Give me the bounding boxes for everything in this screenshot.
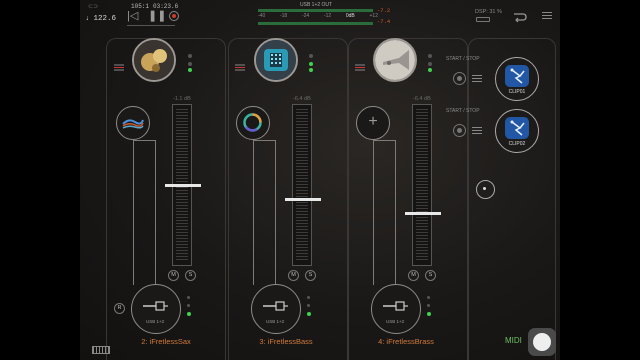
dsp-label: DSP: 31 % xyxy=(475,9,502,15)
led-active xyxy=(307,312,311,316)
mute-button[interactable]: M xyxy=(168,270,179,281)
clip-button[interactable]: CLIP01 xyxy=(495,57,539,101)
led-active xyxy=(309,68,313,72)
effect-slot[interactable] xyxy=(236,106,270,140)
mute-button[interactable]: M xyxy=(408,270,419,281)
star-icon xyxy=(505,65,529,87)
output-routing-button[interactable]: USB 1+2 xyxy=(251,284,301,334)
link-icon[interactable]: ⊂⊃ xyxy=(88,3,98,10)
volume-fader[interactable] xyxy=(405,104,441,266)
led-active xyxy=(187,312,191,316)
channel-settings-icon[interactable] xyxy=(355,58,365,71)
position-readout: 105:1 xyxy=(131,3,150,10)
led-active xyxy=(309,62,313,66)
fader-handle[interactable] xyxy=(285,198,321,201)
record-icon xyxy=(172,14,176,18)
plus-icon: + xyxy=(368,113,378,130)
mute-button[interactable]: M xyxy=(288,270,299,281)
output-label: USB 1+2 OUT xyxy=(300,2,333,8)
channel-name: 2: iFretlessSax xyxy=(141,337,191,346)
led-active xyxy=(188,68,192,72)
top-bar: ⊂⊃ ♩122.6 105:1 03:23.6 |◁ ❚❚ USB 1+2 OU… xyxy=(80,0,560,32)
rewind-icon[interactable]: |◁ xyxy=(127,11,138,22)
trumpet-icon xyxy=(375,40,415,80)
bass-app-icon xyxy=(256,40,296,80)
output-meter-left xyxy=(258,9,373,12)
clip-menu-icon[interactable] xyxy=(472,75,482,82)
start-stop-label: START / STOP xyxy=(446,56,480,62)
fader-handle[interactable] xyxy=(405,212,441,215)
add-effect-button[interactable]: + xyxy=(356,106,390,140)
fader-handle[interactable] xyxy=(165,184,201,187)
solo-button[interactable]: S xyxy=(305,270,316,281)
output-meter-right xyxy=(258,22,373,25)
star-icon xyxy=(505,117,529,139)
time-readout: 03:23.6 xyxy=(153,3,179,10)
channel-name: 4: iFretlessBrass xyxy=(378,337,434,346)
output-routing-button[interactable]: USB 1+2 xyxy=(371,284,421,334)
solo-button[interactable]: S xyxy=(425,270,436,281)
led-active xyxy=(427,312,431,316)
record-button[interactable] xyxy=(169,11,179,21)
plug-icon xyxy=(263,301,288,311)
instrument-slot-bass[interactable] xyxy=(254,38,298,82)
add-clip-button[interactable] xyxy=(476,180,495,199)
channel-settings-icon[interactable] xyxy=(235,58,245,71)
home-icon xyxy=(533,333,551,351)
volume-fader[interactable] xyxy=(285,104,321,266)
tempo-display[interactable]: ♩122.6 xyxy=(86,13,116,23)
volume-fader[interactable] xyxy=(165,104,201,266)
plug-icon xyxy=(383,301,408,311)
fader-db: -1.1 dB xyxy=(173,96,191,102)
led-active xyxy=(428,68,432,72)
menu-icon[interactable] xyxy=(542,12,552,19)
fader-db: -6.4 dB xyxy=(293,96,311,102)
start-stop-button[interactable] xyxy=(453,72,466,85)
waves-icon xyxy=(122,119,144,129)
peak-right: -7.4 xyxy=(377,18,391,25)
routing-icon[interactable] xyxy=(513,10,527,23)
metronome-note-icon: ♩ xyxy=(86,13,94,22)
fader-db: -6.4 dB xyxy=(413,96,431,102)
led xyxy=(188,54,192,58)
plug-icon xyxy=(143,301,168,311)
channel-name: 3: iFretlessBass xyxy=(259,337,313,346)
record-arm-button[interactable]: R xyxy=(114,303,125,314)
ring-icon xyxy=(243,113,262,132)
midi-label[interactable]: MIDI xyxy=(505,336,522,345)
clip-menu-icon[interactable] xyxy=(472,127,482,134)
led xyxy=(188,62,192,66)
pause-icon[interactable]: ❚❚ xyxy=(148,11,166,22)
battery-icon xyxy=(476,17,490,22)
keyboard-icon[interactable] xyxy=(92,346,110,354)
app-screen: ⊂⊃ ♩122.6 105:1 03:23.6 |◁ ❚❚ USB 1+2 OU… xyxy=(80,0,560,360)
start-stop-button[interactable] xyxy=(453,124,466,137)
solo-button[interactable]: S xyxy=(185,270,196,281)
effect-slot[interactable] xyxy=(116,106,150,140)
meter-scale: -40 -18 -24 -12 0dB +12 xyxy=(258,13,378,19)
saxophone-icon xyxy=(134,40,174,80)
channel-settings-icon[interactable] xyxy=(114,58,124,71)
instrument-slot-brass[interactable] xyxy=(373,38,417,82)
clip-button[interactable]: CLIP02 xyxy=(495,109,539,153)
timeline-strip xyxy=(127,25,175,26)
instrument-slot-sax[interactable] xyxy=(132,38,176,82)
start-stop-label: START / STOP xyxy=(446,108,480,114)
peak-left: -7.2 xyxy=(377,7,391,14)
output-routing-button[interactable]: USB 1+2 xyxy=(131,284,181,334)
assistive-touch-button[interactable] xyxy=(528,328,556,356)
